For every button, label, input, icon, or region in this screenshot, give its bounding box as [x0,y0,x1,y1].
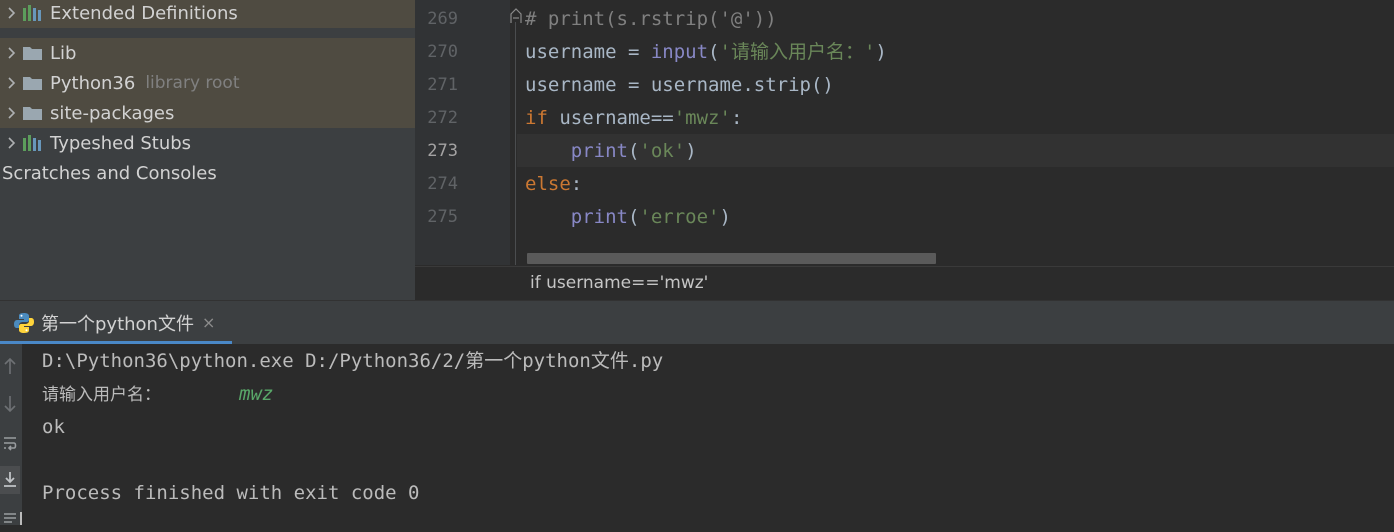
python-icon [14,312,34,333]
close-icon[interactable]: × [202,313,215,332]
code-string: 'mwz' [673,107,731,129]
code-line-269[interactable]: # print(s.rstrip('@')) [525,3,777,36]
code-builtin: print [570,140,628,162]
run-tab[interactable]: 第一个python文件 × [0,301,232,344]
code-token: ) [875,41,887,63]
code-line-273[interactable]: print('ok') [525,135,697,168]
code-token: ) [719,206,731,228]
down-arrow-icon[interactable] [0,390,20,418]
code-line-270[interactable]: username = input('请输入用户名：') [525,36,887,69]
code-token: ( [627,140,640,162]
tree-item-label: Typeshed Stubs [50,132,192,154]
tree-item-python36[interactable]: Python36 library root [0,68,415,98]
library-icon [22,4,44,22]
line-number: 271 [427,75,458,95]
code-string: 'ok' [639,140,686,162]
tree-item-scratches-and-consoles[interactable]: Scratches and Consoles [0,158,417,188]
tree-item-label: Scratches and Consoles [2,162,217,184]
tree-item-typeshed-stubs[interactable]: Typeshed Stubs [0,128,415,158]
code-keyword: else [525,173,571,195]
print-icon[interactable] [0,504,20,532]
code-token: ( [627,206,640,228]
run-console[interactable]: D:\Python36\python.exe D:/Python36/2/第一个… [22,344,1394,525]
chevron-right-icon[interactable] [0,6,22,20]
horizontal-scrollbar[interactable] [527,253,936,264]
tree-item-extended-definitions[interactable]: Extended Definitions [0,0,415,28]
scroll-to-end-icon[interactable] [0,466,20,494]
line-number: 274 [427,174,458,194]
tree-item-lib[interactable]: Lib [0,38,415,68]
tree-item-label: site-packages [50,102,175,124]
library-root-hint: library root [145,73,240,93]
folder-icon [22,104,44,122]
tree-item-label: Lib [50,42,77,64]
console-caret [20,512,22,525]
code-token: : [730,107,743,129]
code-token: username = username.strip() [525,74,834,96]
line-number: 272 [427,108,458,128]
chevron-right-icon[interactable] [0,106,22,120]
line-number: 269 [427,9,458,29]
code-token: username = [525,41,651,63]
indent-guide [515,22,516,265]
folder-icon [22,44,44,62]
run-tab-label: 第一个python文件 [41,313,194,335]
console-prompt: 请输入用户名： [42,385,161,405]
code-string: '请输入用户名：' [719,41,876,63]
code-builtin: input [650,41,709,63]
console-exit-message: Process finished with exit code 0 [42,482,420,504]
line-number: 275 [427,207,458,227]
code-token: username== [547,107,674,129]
console-command-line: D:\Python36\python.exe D:/Python36/2/第一个… [42,350,664,372]
code-line-271[interactable]: username = username.strip() [525,69,834,102]
code-line-272[interactable]: if username=='mwz': [525,102,742,135]
library-icon [22,134,44,152]
code-line-275[interactable]: print('erroe') [525,201,731,234]
up-arrow-icon[interactable] [0,352,20,380]
code-comment: # print(s.rstrip('@')) [525,8,777,30]
code-token: ( [708,41,720,63]
fold-marker-icon[interactable] [510,8,522,24]
line-number-current: 273 [427,141,458,161]
breadcrumb-item[interactable]: if username=='mwz' [530,273,708,293]
console-output: ok [42,416,65,438]
project-tree-panel: Extended Definitions Lib Python36 librar… [0,0,415,300]
folder-icon [22,74,44,92]
tree-item-site-packages[interactable]: site-packages [0,98,415,128]
console-user-input: mwz [239,383,274,405]
chevron-right-icon[interactable] [0,136,22,150]
editor-breadcrumb: if username=='mwz' [415,266,1394,301]
chevron-right-icon[interactable] [0,46,22,60]
line-number: 270 [427,42,458,62]
code-builtin: print [570,206,628,228]
code-token: : [570,173,583,195]
console-prompt-line: 请输入用户名： mwz [42,378,273,411]
code-token: ) [685,140,697,162]
code-editor[interactable]: 269 270 271 272 273 274 275 # print(s.rs… [415,0,1394,301]
tree-item-label: Python36 [50,72,136,94]
chevron-right-icon[interactable] [0,76,22,90]
run-toolbar [0,344,22,525]
code-keyword: if [525,107,548,129]
soft-wrap-icon[interactable] [0,430,20,458]
tree-item-label: Extended Definitions [50,2,238,24]
code-line-274[interactable]: else: [525,168,582,201]
run-tool-window-header: 第一个python文件 × [0,300,1394,344]
code-string: 'erroe' [639,206,720,228]
